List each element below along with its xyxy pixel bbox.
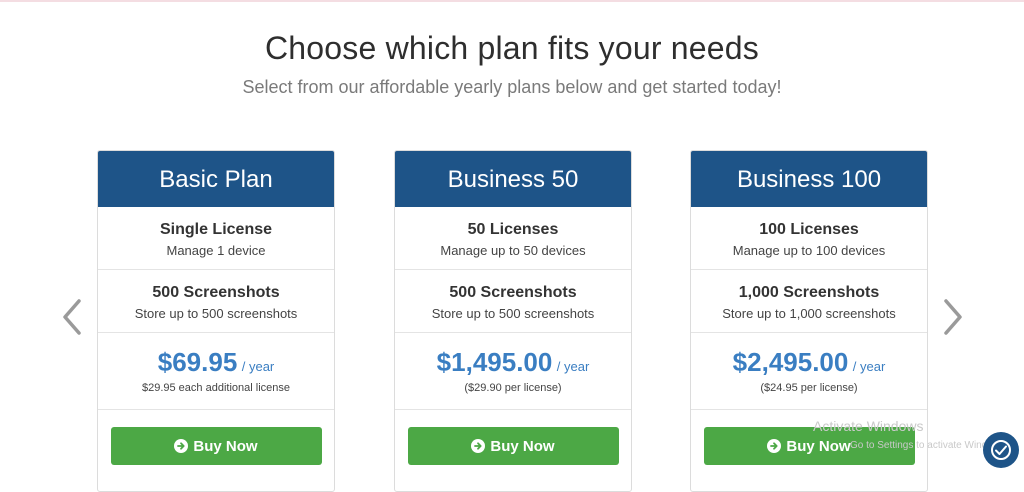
- buy-now-label: Buy Now: [490, 438, 555, 455]
- plan-licenses: 50 Licenses Manage up to 50 devices: [395, 207, 631, 269]
- licenses-title: Single License: [159, 221, 273, 238]
- screenshots-description: Store up to 500 screenshots: [134, 306, 298, 321]
- arrow-right-circle-icon: [174, 439, 189, 453]
- buy-now-button[interactable]: Buy Now: [407, 427, 619, 465]
- carousel-next-button[interactable]: [941, 297, 965, 337]
- plan-screenshots: 500 Screenshots Store up to 500 screensh…: [98, 269, 334, 332]
- plan-pricing: $1,495.00 / year ($29.90 per license): [395, 332, 631, 409]
- price-note: ($24.95 per license): [760, 382, 858, 394]
- plan-pricing: $2,495.00 / year ($24.95 per license): [691, 332, 927, 409]
- chevron-left-icon: [63, 299, 81, 335]
- licenses-description: Manage up to 50 devices: [440, 243, 586, 258]
- price-period: / year: [241, 359, 275, 374]
- arrow-right-circle-icon: [767, 439, 782, 453]
- buy-now-label: Buy Now: [193, 438, 258, 455]
- help-chat-icon: [991, 440, 1011, 460]
- plan-card-basic: Basic Plan Single License Manage 1 devic…: [97, 150, 335, 492]
- price-note: ($29.90 per license): [464, 382, 562, 394]
- screenshots-title: 1,000 Screenshots: [738, 284, 880, 301]
- price-period: / year: [556, 359, 590, 374]
- page-subtitle: Select from our affordable yearly plans …: [242, 77, 782, 97]
- plan-card-business-50: Business 50 50 Licenses Manage up to 50 …: [394, 150, 632, 492]
- price-period: / year: [852, 359, 886, 374]
- licenses-description: Manage up to 100 devices: [732, 243, 886, 258]
- plan-licenses: 100 Licenses Manage up to 100 devices: [691, 207, 927, 269]
- licenses-title: 50 Licenses: [467, 221, 559, 238]
- plan-price: $1,495.00: [436, 347, 553, 377]
- arrow-right-circle-icon: [471, 439, 486, 453]
- plan-licenses: Single License Manage 1 device: [98, 207, 334, 269]
- top-divider: [0, 0, 1024, 2]
- carousel-prev-button[interactable]: [60, 297, 84, 337]
- plan-name: Business 50: [395, 151, 631, 207]
- activate-windows-watermark: Activate Windows: [813, 418, 924, 434]
- screenshots-title: 500 Screenshots: [449, 284, 577, 301]
- plan-name: Business 100: [691, 151, 927, 207]
- page-title: Choose which plan fits your needs: [265, 30, 759, 66]
- plan-price: $2,495.00: [732, 347, 849, 377]
- buy-now-button[interactable]: Buy Now: [110, 427, 322, 465]
- price-note: $29.95 each additional license: [141, 382, 290, 394]
- screenshots-title: 500 Screenshots: [152, 284, 280, 301]
- plan-screenshots: 1,000 Screenshots Store up to 1,000 scre…: [691, 269, 927, 332]
- licenses-description: Manage 1 device: [166, 243, 266, 258]
- plan-price: $69.95: [157, 347, 238, 377]
- licenses-title: 100 Licenses: [759, 221, 859, 238]
- screenshots-description: Store up to 1,000 screenshots: [722, 306, 896, 321]
- plan-action: Buy Now: [98, 409, 334, 490]
- help-chat-button[interactable]: [983, 432, 1019, 468]
- buy-now-label: Buy Now: [786, 438, 851, 455]
- chevron-right-icon: [944, 299, 962, 335]
- plan-name: Basic Plan: [98, 151, 334, 207]
- screenshots-description: Store up to 500 screenshots: [431, 306, 595, 321]
- plan-action: Buy Now: [395, 409, 631, 490]
- plan-pricing: $69.95 / year $29.95 each additional lic…: [98, 332, 334, 409]
- plan-screenshots: 500 Screenshots Store up to 500 screensh…: [395, 269, 631, 332]
